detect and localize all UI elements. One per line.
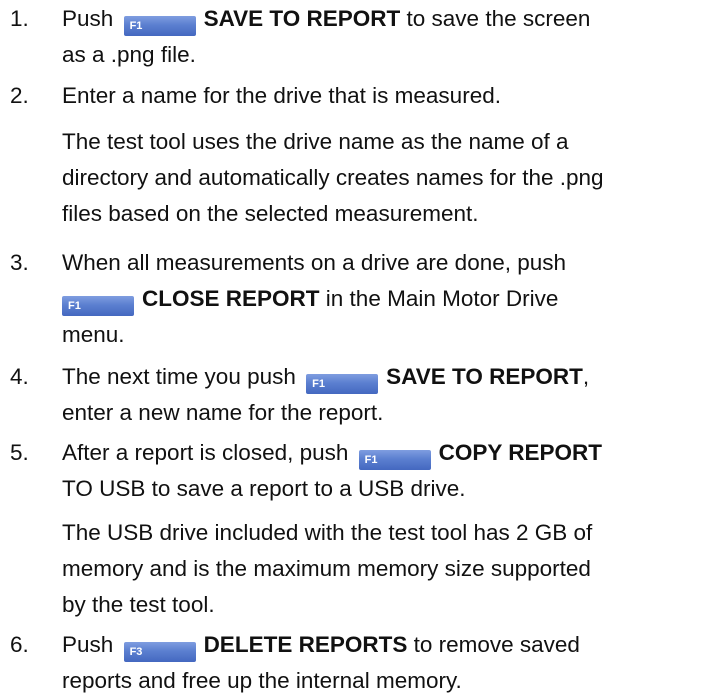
step-text: Push [62, 632, 114, 657]
step-text: Push [62, 6, 114, 31]
step-3: 3. When all measurements on a drive are … [10, 245, 725, 353]
menu-label-close-report: CLOSE REPORT [142, 286, 320, 311]
step-5: 5. After a report is closed, push F1 COPY… [10, 435, 725, 507]
step-line: F1 CLOSE REPORT in the Main Motor Drive [62, 281, 725, 317]
note-line: by the test tool. [62, 592, 215, 617]
step-line: Push F1 SAVE TO REPORT to save the screen [62, 1, 725, 37]
note-line: files based on the selected measurement. [62, 201, 479, 226]
f1-key-icon: F1 [123, 16, 196, 36]
step-2-note: The test tool uses the drive name as the… [62, 124, 722, 232]
step-text: The next time you push [62, 364, 296, 389]
step-text: to remove saved [413, 632, 580, 657]
step-line: as a .png file. [62, 42, 196, 67]
step-number: 1. [10, 6, 29, 31]
menu-label-copy-report: COPY REPORT [438, 440, 603, 465]
step-line: TO USB to save a report to a USB drive. [62, 476, 466, 501]
note-line: memory and is the maximum memory size su… [62, 556, 591, 581]
step-number: 2. [10, 83, 29, 108]
step-number: 4. [10, 364, 29, 389]
step-line: menu. [62, 322, 125, 347]
step-text: in the Main Motor Drive [325, 286, 559, 311]
step-number: 3. [10, 250, 29, 275]
note-line: directory and automatically creates name… [62, 165, 604, 190]
step-line: Enter a name for the drive that is measu… [62, 83, 501, 108]
step-text: to save the screen [406, 6, 591, 31]
f1-key-icon: F1 [62, 296, 134, 316]
menu-label-save-to-report: SAVE TO REPORT [203, 6, 401, 31]
step-4: 4. The next time you push F1 SAVE TO REPO… [10, 359, 725, 431]
step-line: reports and free up the internal memory. [62, 668, 462, 693]
step-5-note: The USB drive included with the test too… [62, 515, 722, 623]
f1-key-icon: F1 [306, 374, 379, 394]
menu-label-save-to-report: SAVE TO REPORT [386, 364, 583, 389]
note-line: The USB drive included with the test too… [62, 520, 593, 545]
step-2: 2. Enter a name for the drive that is me… [10, 78, 725, 114]
f1-key-icon: F1 [358, 450, 431, 470]
menu-label-delete-reports: DELETE REPORTS [203, 632, 408, 657]
step-line: After a report is closed, push F1 COPY RE… [62, 435, 725, 471]
step-1: 1. Push F1 SAVE TO REPORT to save the scr… [10, 1, 725, 73]
step-line: enter a new name for the report. [62, 400, 384, 425]
step-line: The next time you push F1 SAVE TO REPORT, [62, 359, 725, 395]
f3-key-icon: F3 [123, 642, 196, 662]
step-text: After a report is closed, push [62, 440, 349, 465]
step-number: 6. [10, 632, 29, 657]
step-number: 5. [10, 440, 29, 465]
step-6: 6. Push F3 DELETE REPORTS to remove saved… [10, 627, 725, 699]
note-line: The test tool uses the drive name as the… [62, 129, 569, 154]
step-line: When all measurements on a drive are don… [62, 250, 567, 275]
step-line: Push F3 DELETE REPORTS to remove saved [62, 627, 725, 663]
step-text: , [582, 364, 590, 389]
